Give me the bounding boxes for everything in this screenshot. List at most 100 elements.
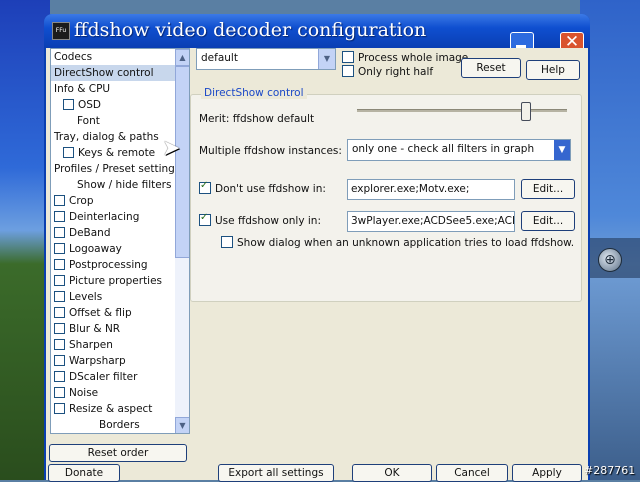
tree-item[interactable]: Offset & flip — [51, 305, 189, 321]
tree-item-label: Sharpen — [69, 339, 113, 351]
dont-use-label: Don't use ffdshow in: — [215, 183, 326, 195]
tree-item[interactable]: Picture properties — [51, 273, 189, 289]
show-dialog-label: Show dialog when an unknown application … — [237, 237, 575, 249]
tree-item-checkbox[interactable] — [54, 370, 65, 382]
scroll-down-icon[interactable]: ▼ — [175, 417, 189, 433]
tree-item-label: Keys & remote — [78, 147, 156, 159]
tree-item-checkbox[interactable] — [54, 258, 65, 270]
tree-scrollbar[interactable]: ▲ ▼ — [175, 49, 189, 433]
tree-item[interactable]: DeBand — [51, 225, 189, 241]
tree-item[interactable]: Resize & aspect — [51, 401, 189, 417]
tree-item[interactable]: DirectShow control — [51, 65, 189, 81]
tree-item-label: Show / hide filters — [77, 179, 172, 191]
tree-item-checkbox[interactable] — [63, 146, 74, 158]
reset-button[interactable]: Reset — [461, 58, 521, 78]
dialog-client-area: Codecs DirectShow control Info & CPU OSD Fon… — [46, 48, 588, 482]
dont-use-apps-value: explorer.exe;Motv.exe; — [351, 183, 470, 195]
tree-item-checkbox[interactable] — [63, 98, 74, 110]
tree-item-label: Warpsharp — [69, 355, 126, 367]
tree-item[interactable]: Borders — [51, 417, 189, 433]
tree-item[interactable]: Blur & NR — [51, 321, 189, 337]
tree-item-checkbox[interactable] — [54, 354, 65, 366]
tree-item[interactable]: Logoaway — [51, 241, 189, 257]
instances-value: only one - check all filters in graph — [352, 143, 535, 155]
tree-item-label: DScaler filter — [69, 371, 138, 383]
merit-slider-track[interactable] — [357, 109, 567, 112]
help-button[interactable]: Help — [526, 60, 580, 80]
tree-item[interactable]: Show / hide filters — [51, 177, 189, 193]
process-whole-image-label: Process whole image — [358, 52, 469, 64]
checkbox-box[interactable] — [199, 180, 211, 194]
tree-item-label: DirectShow control — [54, 67, 154, 79]
instances-select[interactable]: only one - check all filters in graph ▼ — [347, 139, 571, 161]
tree-item[interactable]: Warpsharp — [51, 353, 189, 369]
tree-item[interactable]: Postprocessing — [51, 257, 189, 273]
tree-item-label: Logoaway — [69, 243, 122, 255]
checkbox-box[interactable] — [221, 236, 233, 248]
tree-item[interactable]: Codecs — [51, 49, 189, 65]
dont-use-apps-field[interactable]: explorer.exe;Motv.exe; — [347, 179, 515, 200]
tree-item[interactable]: Profiles / Preset settings — [51, 161, 189, 177]
checkbox-box[interactable] — [342, 65, 354, 77]
checkbox-box[interactable] — [199, 212, 211, 226]
instances-label: Multiple ffdshow instances: — [199, 145, 342, 157]
tree-item[interactable]: OSD — [51, 97, 189, 113]
donate-button[interactable]: Donate — [48, 464, 120, 482]
dont-use-checkbox[interactable]: Don't use ffdshow in: — [199, 180, 326, 195]
tree-item[interactable]: Deinterlacing — [51, 209, 189, 225]
merit-slider-thumb[interactable] — [521, 102, 531, 121]
reset-order-button[interactable]: Reset order — [49, 444, 187, 462]
tree-item-checkbox[interactable] — [54, 338, 65, 350]
tree-item-label: Font — [77, 115, 100, 127]
tree-item-label: Tray, dialog & paths — [54, 131, 159, 143]
tree-item-label: Picture properties — [69, 275, 163, 287]
tree-item[interactable]: Crop — [51, 193, 189, 209]
chevron-down-icon[interactable]: ▼ — [318, 49, 335, 69]
tree-item-label: Blur & NR — [69, 323, 121, 335]
config-window: FFu ffdshow video decoder configuration … — [44, 14, 590, 482]
tree-item-label: DeBand — [69, 227, 111, 239]
tree-item-checkbox[interactable] — [54, 242, 65, 254]
export-settings-button[interactable]: Export all settings — [218, 464, 334, 482]
preset-value: default — [201, 52, 238, 64]
app-icon: FFu — [52, 22, 70, 40]
use-only-checkbox[interactable]: Use ffdshow only in: — [199, 212, 321, 227]
tree-item[interactable]: Font — [51, 113, 189, 129]
ok-button[interactable]: OK — [352, 464, 432, 482]
process-whole-image-checkbox[interactable]: Process whole image — [342, 51, 469, 64]
use-only-apps-field[interactable]: 3wPlayer.exe;ACDSee5.exe;ACDS — [347, 211, 515, 232]
tree-item-checkbox[interactable] — [54, 274, 65, 286]
only-right-half-checkbox[interactable]: Only right half — [342, 65, 434, 78]
preset-select[interactable]: default ▼ — [196, 48, 336, 70]
tree-item-checkbox[interactable] — [54, 402, 65, 414]
apply-button[interactable]: Apply — [512, 464, 582, 482]
only-right-half-label: Only right half — [358, 66, 434, 78]
tree-item-checkbox[interactable] — [54, 226, 65, 238]
cancel-button[interactable]: Cancel — [436, 464, 508, 482]
edit-dont-use-button[interactable]: Edit... — [521, 179, 575, 199]
group-title: DirectShow control — [201, 87, 307, 99]
chevron-down-icon[interactable]: ▼ — [554, 140, 570, 160]
section-tree[interactable]: Codecs DirectShow control Info & CPU OSD Fon… — [50, 48, 190, 434]
tree-item[interactable]: Sharpen — [51, 337, 189, 353]
show-dialog-checkbox[interactable]: Show dialog when an unknown application … — [221, 236, 575, 249]
checkbox-box[interactable] — [342, 51, 354, 63]
scroll-thumb[interactable] — [175, 66, 189, 258]
use-only-label: Use ffdshow only in: — [215, 215, 321, 227]
tree-item[interactable]: DScaler filter — [51, 369, 189, 385]
tree-item-label: Postprocessing — [69, 259, 148, 271]
tree-item[interactable]: Levels — [51, 289, 189, 305]
tree-item-checkbox[interactable] — [54, 290, 65, 302]
tree-item-checkbox[interactable] — [54, 194, 65, 206]
tree-item[interactable]: Noise — [51, 385, 189, 401]
tree-item-checkbox[interactable] — [54, 210, 65, 222]
title-bar[interactable]: FFu ffdshow video decoder configuration … — [44, 14, 590, 54]
scroll-up-icon[interactable]: ▲ — [175, 49, 189, 66]
globe-icon[interactable]: ⊕ — [598, 248, 622, 272]
tree-item-checkbox[interactable] — [54, 386, 65, 398]
tree-item-checkbox[interactable] — [54, 322, 65, 334]
watermark: #287761 — [584, 464, 636, 477]
edit-use-only-button[interactable]: Edit... — [521, 211, 575, 231]
tree-item[interactable]: Info & CPU — [51, 81, 189, 97]
tree-item-checkbox[interactable] — [54, 306, 65, 318]
